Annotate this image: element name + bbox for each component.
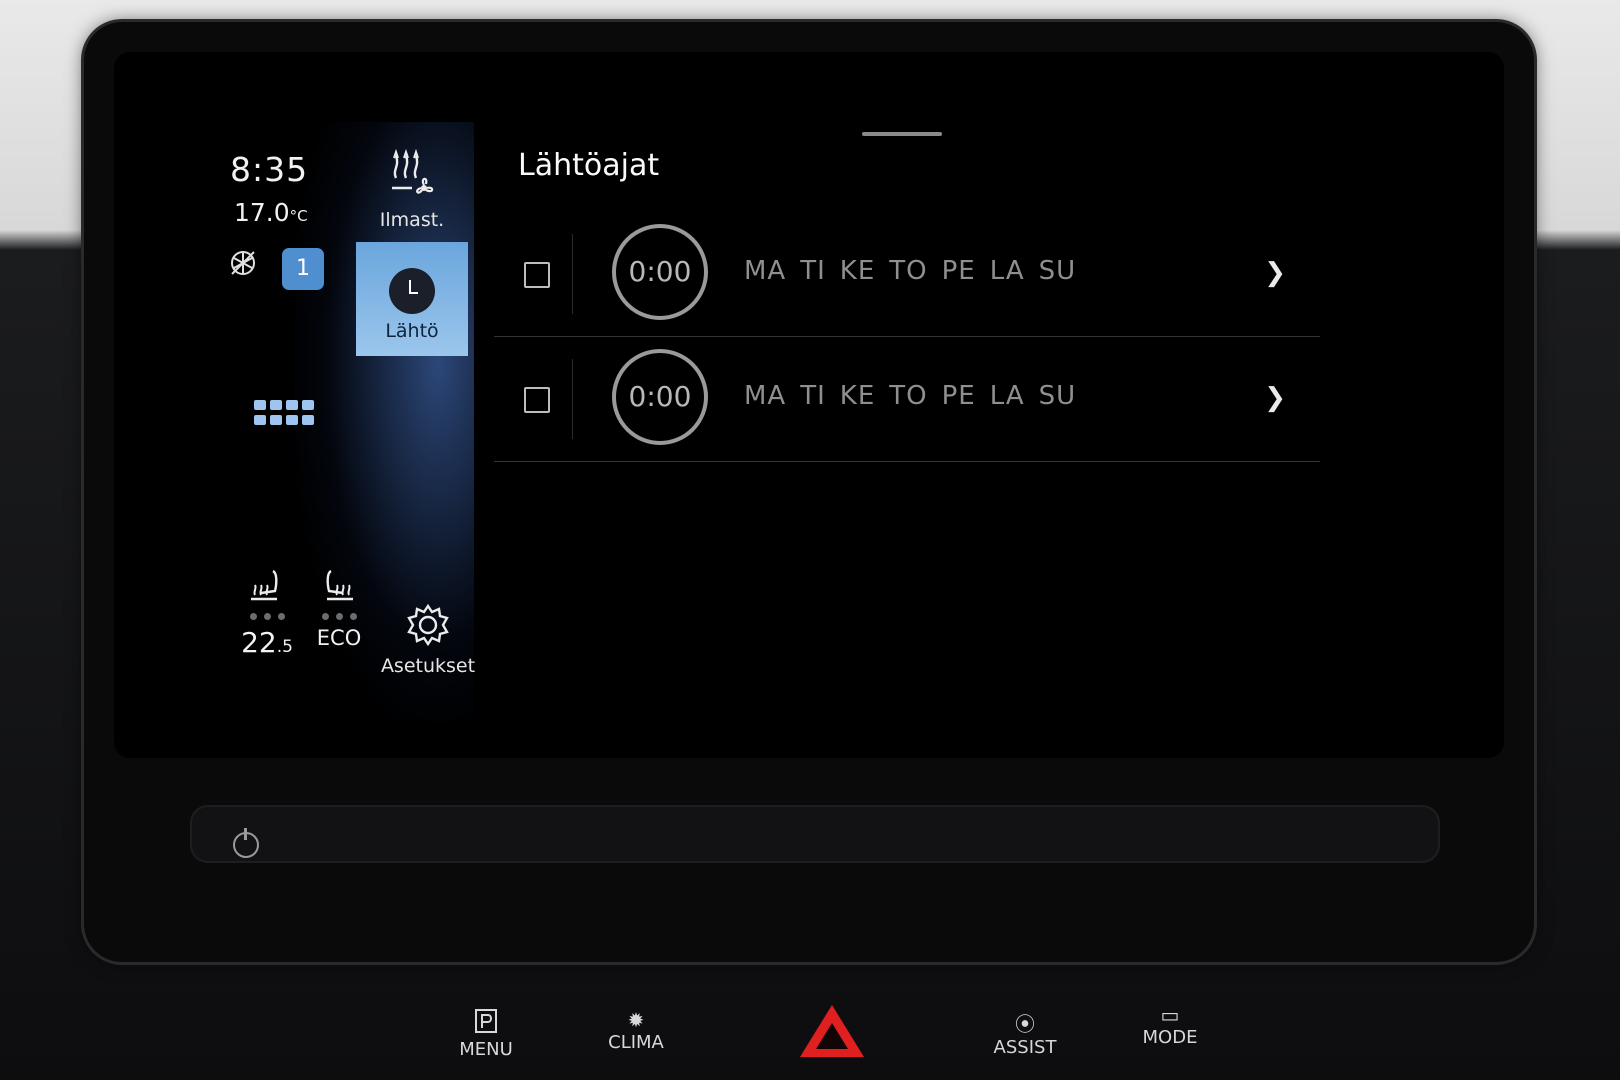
infotainment-screen: 8:35 17.0°C 1 Ilmast. Lähtö 22.5 ECO Ase… [114, 52, 1504, 758]
departure-tile-label: Lähtö [385, 320, 439, 342]
fan-icon: ✹ [627, 1008, 645, 1032]
outside-temperature: 17.0°C [234, 198, 308, 227]
timer-checkbox[interactable] [524, 262, 550, 288]
passenger-seat-heating[interactable]: ECO [304, 567, 374, 650]
driver-seat-heating[interactable]: 22.5 [232, 567, 302, 659]
chevron-right-icon[interactable]: ❯ [1264, 258, 1286, 288]
climate-mode: ECO [316, 626, 362, 650]
seat-heat-level [232, 613, 302, 620]
ac-off-icon[interactable] [228, 248, 258, 278]
power-icon[interactable] [233, 828, 259, 858]
climate-tile[interactable]: Ilmast. [362, 148, 462, 231]
timer-days: MA TI KE TO PE LA SU [744, 256, 1077, 286]
timer-time[interactable]: 0:00 [612, 349, 708, 445]
status-time: 8:35 [230, 150, 309, 189]
profile-badge[interactable]: 1 [282, 248, 324, 290]
gear-icon [407, 603, 449, 647]
assist-button[interactable]: ⦿ ASSIST [990, 1008, 1060, 1058]
mode-label: MODE [1142, 1027, 1198, 1048]
driver-temperature: 22.5 [241, 626, 293, 659]
assist-label: ASSIST [993, 1037, 1057, 1058]
apps-grid-icon[interactable] [254, 400, 314, 426]
row-divider [572, 234, 573, 314]
timer-time[interactable]: 0:00 [612, 224, 708, 320]
clock-icon [389, 268, 435, 314]
climate-tile-label: Ilmast. [379, 209, 445, 231]
row-divider [572, 359, 573, 439]
car-assist-icon: ⦿ [1015, 1012, 1035, 1036]
seat-heat-icon [251, 569, 278, 601]
seat-heat-level [304, 613, 374, 620]
timer-days: MA TI KE TO PE LA SU [744, 381, 1077, 411]
mode-button[interactable]: ▭ MODE [1140, 1003, 1200, 1048]
clima-label: CLIMA [608, 1032, 664, 1053]
seat-heat-icon [326, 569, 353, 601]
chevron-right-icon[interactable]: ❯ [1264, 383, 1286, 413]
settings-tile[interactable]: Asetukset [376, 600, 480, 677]
settings-label: Asetukset [380, 655, 476, 677]
timer-row[interactable]: 0:00 MA TI KE TO PE LA SU ❯ [494, 212, 1320, 337]
timer-row[interactable]: 0:00 MA TI KE TO PE LA SU ❯ [494, 337, 1320, 462]
timer-checkbox[interactable] [524, 387, 550, 413]
climate-fan-icon [392, 148, 434, 194]
page-title: Lähtöajat [518, 148, 660, 183]
pull-down-handle[interactable] [862, 132, 942, 136]
menu-button[interactable]: MENU [458, 1008, 514, 1060]
climate-slider-bar[interactable] [190, 805, 1440, 863]
clima-button[interactable]: ✹ CLIMA [606, 1008, 666, 1053]
car-mode-icon: ▭ [1160, 1003, 1180, 1027]
menu-label: MENU [459, 1039, 513, 1060]
parking-icon [475, 1009, 497, 1033]
departure-tile[interactable]: Lähtö [356, 242, 468, 356]
hazard-button[interactable] [800, 1005, 864, 1057]
